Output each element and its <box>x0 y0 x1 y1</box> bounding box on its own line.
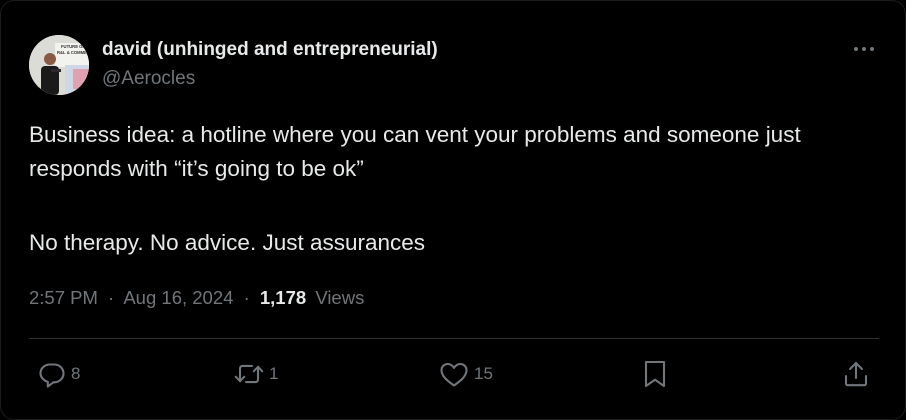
reply-count: 8 <box>71 364 81 383</box>
tweet-text-paragraph-1: Business idea: a hotline where you can v… <box>29 122 801 181</box>
more-dots-icon <box>854 47 874 51</box>
like-count: 15 <box>474 364 493 383</box>
more-options-button[interactable] <box>849 37 879 61</box>
heart-icon <box>440 362 468 387</box>
bookmark-button[interactable] <box>641 359 669 389</box>
share-button[interactable] <box>841 359 871 389</box>
svg-text:R&L & COMMER: R&L & COMMER <box>57 50 89 55</box>
share-icon <box>844 361 868 387</box>
meta-separator: · <box>108 287 115 308</box>
avatar-text: FUTURE OF <box>61 44 85 49</box>
repost-button[interactable]: 1 <box>233 359 278 389</box>
reply-icon <box>39 363 65 388</box>
repost-count: 1 <box>269 364 279 383</box>
author-name[interactable]: david (unhinged and entrepreneurial) <box>102 39 438 61</box>
avatar[interactable]: FUTURE OF R&L & COMMER <box>29 35 89 95</box>
tweet-text: Business idea: a hotline where you can v… <box>29 118 889 260</box>
tweet-time[interactable]: 2:57 PM <box>29 287 98 308</box>
avatar-image: FUTURE OF R&L & COMMER <box>29 35 89 95</box>
divider <box>29 338 879 339</box>
tweet-text-paragraph-2: No therapy. No advice. Just assurances <box>29 230 426 255</box>
repost-icon <box>234 364 264 384</box>
views-count: 1,178 <box>259 287 307 308</box>
author-handle[interactable]: @Aerocles <box>102 68 195 90</box>
like-button[interactable]: 15 <box>438 359 493 389</box>
tweet-date[interactable]: Aug 16, 2024 <box>123 287 233 308</box>
bookmark-icon <box>644 360 666 388</box>
meta-separator: · <box>243 287 250 308</box>
tweet-metadata: 2:57 PM · Aug 16, 2024 · 1,178 Views <box>29 287 364 309</box>
views-label: Views <box>315 287 365 308</box>
tweet-card: FUTURE OF R&L & COMMER david (unhinged a… <box>0 0 906 420</box>
reply-button[interactable]: 8 <box>37 359 80 389</box>
